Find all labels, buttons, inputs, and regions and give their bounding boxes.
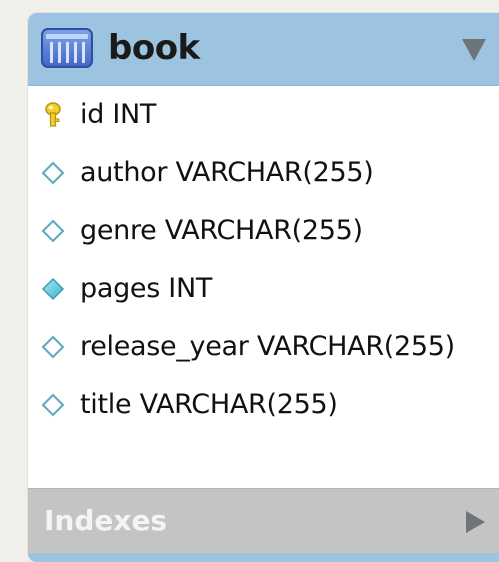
diagram-canvas: book id INT author VARCHAR(255) genre VA… [0,0,499,562]
not-null-column-icon [41,277,65,301]
collapse-triangle-icon[interactable] [459,34,489,64]
column-row[interactable]: id INT [28,86,499,144]
column-row[interactable]: genre VARCHAR(255) [28,202,499,260]
nullable-column-icon [41,219,65,243]
column-row[interactable]: pages INT [28,260,499,318]
column-label: author VARCHAR(255) [80,157,374,188]
table-footer-bar [28,553,499,562]
nullable-column-icon [41,335,65,359]
column-row[interactable]: release_year VARCHAR(255) [28,318,499,376]
nullable-column-icon [41,393,65,417]
table-header[interactable]: book [28,13,499,86]
indexes-section-toggle[interactable]: Indexes [28,488,499,553]
column-label: pages INT [80,273,213,304]
column-label: title VARCHAR(255) [80,389,338,420]
primary-key-icon [45,102,61,127]
table-icon [41,28,93,68]
table-card-book[interactable]: book id INT author VARCHAR(255) genre VA… [28,13,499,562]
column-label: release_year VARCHAR(255) [80,331,455,362]
column-label: genre VARCHAR(255) [80,215,363,246]
column-label: id INT [80,99,157,130]
column-row[interactable]: title VARCHAR(255) [28,376,499,434]
column-row[interactable]: author VARCHAR(255) [28,144,499,202]
nullable-column-icon [41,161,65,185]
expand-triangle-icon[interactable] [463,509,487,535]
indexes-label: Indexes [44,504,168,537]
table-name: book [108,28,200,68]
